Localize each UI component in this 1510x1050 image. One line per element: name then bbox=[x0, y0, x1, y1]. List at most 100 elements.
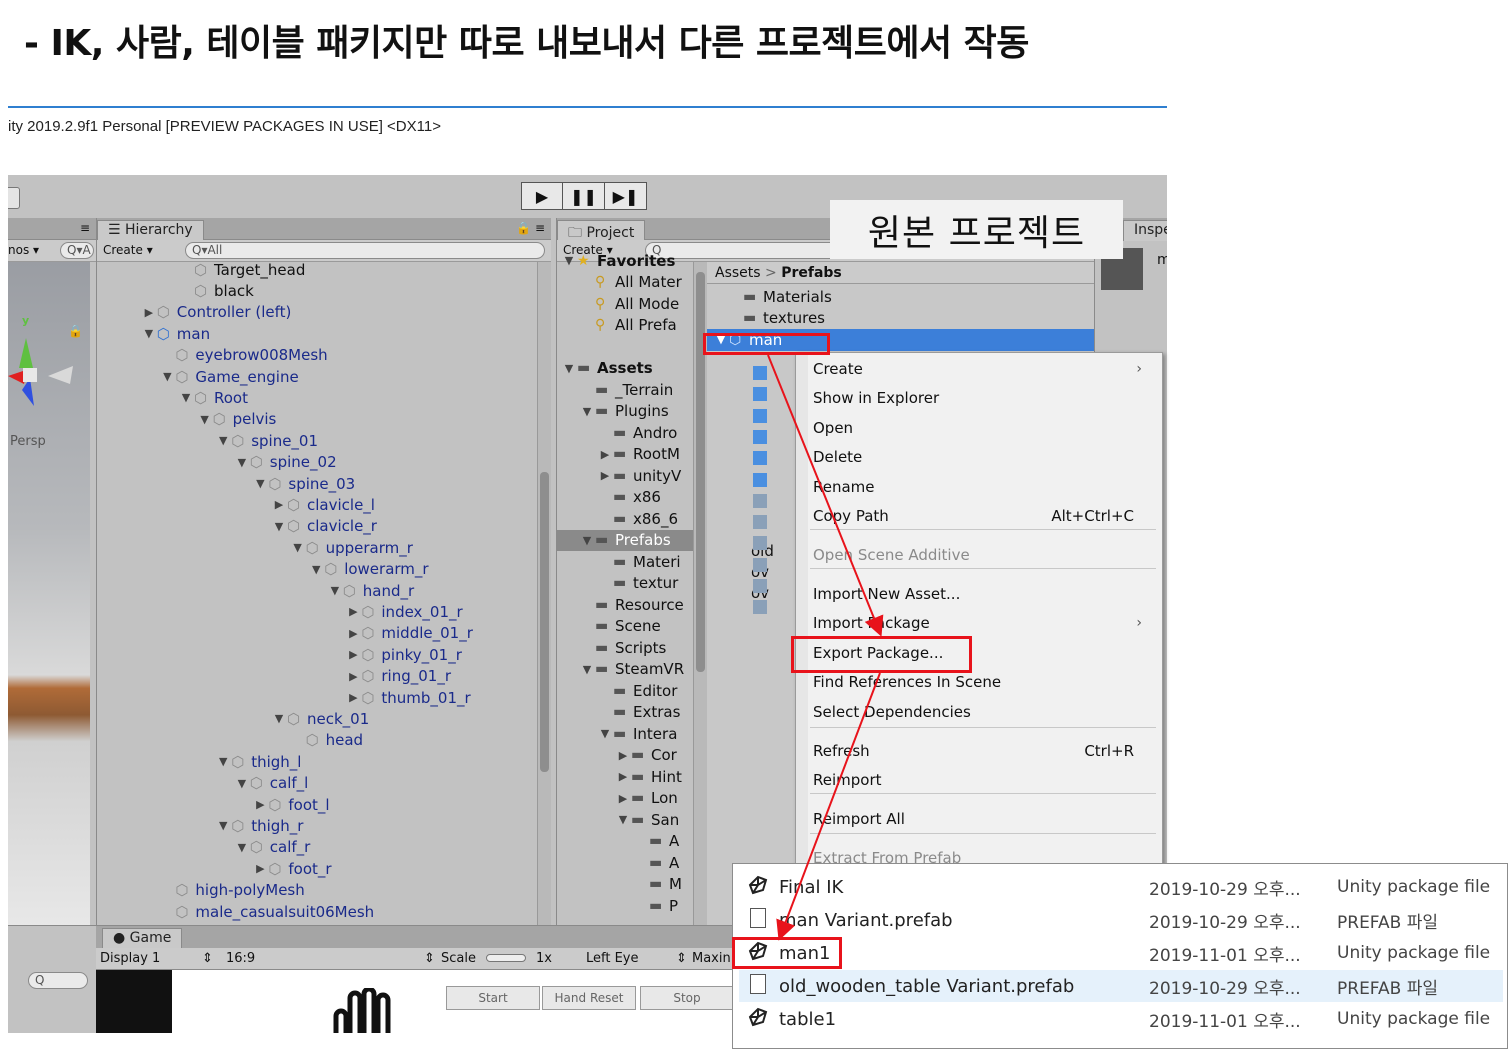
tree-arrow-icon[interactable]: ▼ bbox=[561, 254, 577, 267]
tree-arrow-icon[interactable]: ▼ bbox=[615, 813, 631, 826]
collapse-arrow-icon[interactable]: ▶ bbox=[252, 798, 268, 811]
hierarchy-row[interactable]: ▶ ⬡ clavicle_l bbox=[271, 494, 375, 515]
tree-arrow-icon[interactable]: ▼ bbox=[579, 534, 595, 547]
pause-button[interactable]: ❚❚ bbox=[563, 182, 605, 210]
project-tree-item[interactable]: ▶ ▬ unityV bbox=[597, 465, 681, 486]
child-prefab-icon[interactable] bbox=[753, 451, 767, 466]
project-tree-item[interactable]: ▬ Materi bbox=[597, 551, 681, 572]
menu-item-import-new-asset[interactable]: Import New Asset... bbox=[813, 581, 1146, 607]
collapse-arrow-icon[interactable]: ▶ bbox=[345, 648, 361, 661]
menu-item-open[interactable]: Open bbox=[813, 415, 1146, 441]
tree-arrow-icon[interactable]: ▼ bbox=[579, 405, 595, 418]
project-tree-scrollbar[interactable] bbox=[693, 262, 707, 928]
hierarchy-row[interactable]: ▶ ⬡ pinky_01_r bbox=[345, 644, 462, 665]
expand-arrow-icon[interactable]: ▼ bbox=[271, 520, 287, 533]
hierarchy-row[interactable]: ▼ ⬡ spine_01 bbox=[215, 430, 318, 451]
hierarchy-row[interactable]: ⬡ male_casualsuit06Mesh bbox=[159, 901, 374, 922]
project-tree-item[interactable]: ⚲ All Mater bbox=[579, 272, 682, 293]
hierarchy-row[interactable]: ▼ ⬡ Root bbox=[178, 387, 248, 408]
mesh-icon[interactable] bbox=[753, 493, 767, 508]
menu-item-refresh[interactable]: Refresh Ctrl+R bbox=[813, 738, 1146, 764]
maximize-on-play-toggle[interactable]: Maxin bbox=[692, 951, 731, 966]
child-prefab-icon[interactable] bbox=[753, 429, 767, 444]
tree-arrow-icon[interactable]: ▶ bbox=[615, 792, 631, 805]
hand-reset-button[interactable]: Hand Reset bbox=[542, 986, 636, 1010]
mesh-icon[interactable] bbox=[753, 557, 767, 572]
scrollbar-thumb[interactable] bbox=[696, 272, 705, 672]
child-prefab-icon[interactable] bbox=[753, 408, 767, 423]
project-tree-item[interactable]: ▬ _Terrain bbox=[579, 379, 673, 400]
hierarchy-create-dropdown[interactable]: Create ▾ bbox=[103, 243, 153, 257]
hierarchy-row[interactable]: ▼ ⬡ lowerarm_r bbox=[308, 559, 429, 580]
hierarchy-row[interactable]: ▼ ⬡ calf_r bbox=[234, 837, 311, 858]
tab-game[interactable]: ● Game bbox=[102, 928, 183, 949]
breadcrumb-root[interactable]: Assets bbox=[715, 265, 761, 281]
expand-arrow-icon[interactable]: ▼ bbox=[252, 477, 268, 490]
project-tree-item[interactable]: ▬ P bbox=[633, 895, 678, 916]
child-prefab-icon[interactable] bbox=[753, 366, 767, 380]
tab-inspector[interactable]: Inspe bbox=[1123, 220, 1167, 241]
hierarchy-row[interactable]: ▼ ⬡ upperarm_r bbox=[290, 537, 413, 558]
file-row[interactable]: table1 2019-11-01 오후... Unity package file bbox=[739, 1003, 1503, 1035]
project-tree-item[interactable]: ▼ ▬ Prefabs bbox=[557, 529, 693, 551]
project-tree-item[interactable]: ▬ x86 bbox=[597, 487, 661, 508]
tab-project[interactable]: 🗀 Project bbox=[557, 220, 646, 241]
project-tree-item[interactable]: ▼ ▬ Intera bbox=[597, 723, 678, 744]
hierarchy-row[interactable]: ▶ ⬡ thumb_01_r bbox=[345, 687, 471, 708]
tree-arrow-icon[interactable]: ▶ bbox=[597, 469, 613, 482]
mesh-icon[interactable] bbox=[753, 536, 767, 551]
hierarchy-row[interactable]: ⬡ head bbox=[290, 730, 363, 751]
menu-item-copy-path[interactable]: Copy Path Alt+Ctrl+C bbox=[813, 503, 1146, 529]
hierarchy-row[interactable]: ▶ ⬡ ring_01_r bbox=[345, 666, 451, 687]
tree-arrow-icon[interactable]: ▶ bbox=[615, 749, 631, 762]
project-tree-item[interactable]: ▬ Resource bbox=[579, 594, 684, 615]
expand-arrow-icon[interactable]: ▼ bbox=[215, 819, 231, 832]
project-tree-item[interactable]: ▼ ★ Favorites bbox=[561, 250, 676, 271]
hierarchy-search-input[interactable]: Q▾All bbox=[185, 242, 545, 259]
asset-item-materials[interactable]: ▬ Materials bbox=[727, 286, 832, 307]
menu-item-create[interactable]: Create › bbox=[813, 356, 1146, 382]
scale-slider[interactable] bbox=[486, 954, 526, 962]
hierarchy-row[interactable]: ▼ ⬡ spine_02 bbox=[234, 452, 337, 473]
project-tree-item[interactable]: ⚲ All Prefa bbox=[579, 315, 677, 336]
scrollbar-thumb[interactable] bbox=[540, 472, 549, 772]
hierarchy-row[interactable]: ▶ ⬡ foot_r bbox=[252, 858, 331, 879]
collapse-arrow-icon[interactable]: ▶ bbox=[271, 498, 287, 511]
project-tree-item[interactable]: ▬ textur bbox=[597, 573, 678, 594]
project-tree-item[interactable]: ▬ Scene bbox=[579, 616, 661, 637]
tab-hierarchy[interactable]: ☰ Hierarchy bbox=[97, 220, 204, 241]
project-tree-item[interactable]: ▬ Andro bbox=[597, 422, 677, 443]
hierarchy-row[interactable]: ▼ ⬡ pelvis bbox=[197, 409, 276, 430]
project-tree-item[interactable]: ▼ ▬ San bbox=[615, 809, 679, 830]
mesh-icon[interactable] bbox=[753, 579, 767, 593]
hierarchy-row[interactable]: ▶ ⬡ index_01_r bbox=[345, 601, 463, 622]
lock-icon[interactable]: 🔒 ≡ bbox=[516, 221, 545, 235]
tool-button-stub[interactable] bbox=[8, 187, 20, 209]
menu-item-rename[interactable]: Rename bbox=[813, 474, 1146, 500]
project-tree-item[interactable]: ▬ Scripts bbox=[579, 637, 666, 658]
project-tree-item[interactable]: ▶ ▬ Hint bbox=[615, 766, 682, 787]
collapse-arrow-icon[interactable]: ▶ bbox=[345, 670, 361, 683]
hierarchy-row[interactable]: ▼ ⬡ thigh_r bbox=[215, 815, 304, 836]
hierarchy-row[interactable]: ▼ ⬡ neck_01 bbox=[271, 708, 370, 729]
hierarchy-row[interactable]: ⬡ eyebrow008Mesh bbox=[159, 345, 327, 366]
project-tree-item[interactable]: ⚲ All Mode bbox=[579, 293, 679, 314]
panel-menu-icon[interactable]: ≡ bbox=[80, 221, 90, 235]
mesh-icon[interactable] bbox=[753, 515, 767, 530]
mesh-icon[interactable] bbox=[753, 600, 767, 615]
expand-arrow-icon[interactable]: ▼ bbox=[159, 370, 175, 383]
console-search-input[interactable]: Q bbox=[28, 972, 88, 989]
expand-arrow-icon[interactable]: ▼ bbox=[271, 712, 287, 725]
child-prefab-icon[interactable] bbox=[753, 387, 767, 402]
tree-arrow-icon[interactable]: ▶ bbox=[615, 770, 631, 783]
tree-arrow-icon[interactable]: ▶ bbox=[597, 448, 613, 461]
scene-viewport[interactable]: y 🔒 Persp bbox=[8, 262, 90, 928]
project-tree-item[interactable]: ▼ ▬ Assets bbox=[561, 358, 653, 379]
project-tree-item[interactable]: ▶ ▬ RootM bbox=[597, 444, 680, 465]
menu-item-reimport[interactable]: Reimport bbox=[813, 767, 1146, 793]
project-tree-item[interactable]: ▬ M bbox=[633, 874, 682, 895]
hierarchy-scrollbar[interactable] bbox=[537, 262, 551, 928]
expand-arrow-icon[interactable]: ▼ bbox=[178, 391, 194, 404]
file-row[interactable]: old_wooden_table Variant.prefab 2019-10-2… bbox=[739, 970, 1503, 1002]
menu-item-reimport-all[interactable]: Reimport All bbox=[813, 806, 1146, 832]
